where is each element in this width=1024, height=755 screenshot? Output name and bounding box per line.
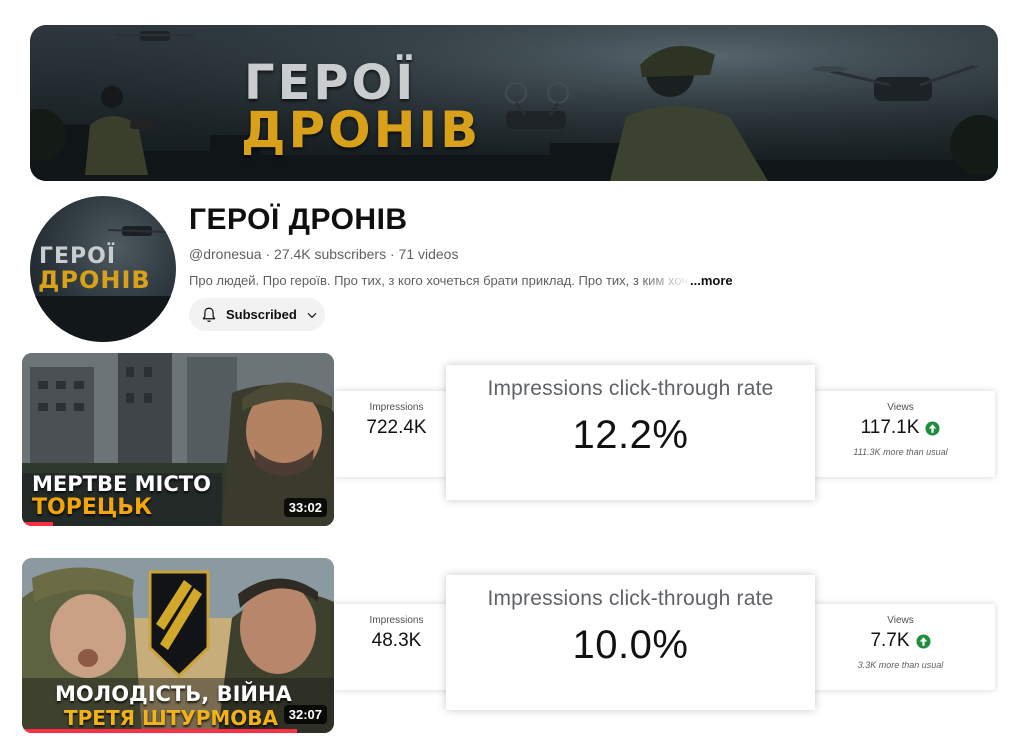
more-link[interactable]: ...more <box>690 273 733 288</box>
thumbnail-title-line1: МОЛОДІСТЬ, ВІЙНА <box>55 682 292 706</box>
views-number: 7.7K <box>870 630 910 651</box>
views-label: Views <box>887 615 914 626</box>
video-thumbnail[interactable]: МЕРТВЕ МІСТО ТОРЕЦЬК 33:02 <box>22 353 334 526</box>
channel-name: ГЕРОЇ ДРОНІВ <box>189 203 408 236</box>
impressions-number: 722.4K <box>366 417 427 438</box>
views-value: 7.7K <box>870 630 931 652</box>
video-thumbnail[interactable]: МОЛОДІСТЬ, ВІЙНА ТРЕТЯ ШТУРМОВА 32:07 <box>22 558 334 733</box>
channel-avatar[interactable]: ГЕРОЇ ДРОНІВ <box>30 196 176 342</box>
ctr-value: 12.2% <box>572 413 689 457</box>
subscribed-label: Subscribed <box>226 307 297 322</box>
views-card: Views 117.1K 111.3K more than usual <box>806 391 995 477</box>
video-duration: 33:02 <box>283 498 327 517</box>
views-card: Views 7.7K 3.3K more than usual <box>806 604 995 690</box>
views-comparison: 111.3K more than usual <box>853 447 948 457</box>
arrow-up-circle-icon <box>916 633 931 649</box>
thumbnail-title-line2: ТОРЕЦЬК <box>32 495 153 520</box>
arrow-up-circle-icon <box>925 420 940 436</box>
subscribed-button[interactable]: Subscribed <box>189 298 325 331</box>
avatar-text-line2: ДРОНІВ <box>38 266 151 294</box>
watch-progress-bar <box>22 729 297 733</box>
description-fade <box>640 270 692 292</box>
views-value: 117.1K <box>861 417 941 439</box>
impressions-label: Impressions <box>369 615 424 626</box>
impressions-label: Impressions <box>369 402 424 413</box>
chevron-down-icon <box>307 312 317 318</box>
channel-description: Про людей. Про героїв. Про тих, з кого х… <box>189 273 689 288</box>
watch-progress-bar <box>22 522 54 526</box>
ctr-card: Impressions click-through rate 12.2% <box>446 365 815 500</box>
impressions-card: Impressions 48.3K <box>334 604 459 690</box>
channel-meta: @dronesua · 27.4K subscribers · 71 video… <box>189 246 459 262</box>
impressions-value: 48.3K <box>372 630 422 652</box>
thumbnail-title-line1: МЕРТВЕ МІСТО <box>32 472 211 496</box>
views-label: Views <box>887 402 914 413</box>
banner-title-line2: ДРОНІВ <box>241 101 482 159</box>
ctr-label: Impressions click-through rate <box>487 587 774 610</box>
impressions-card: Impressions 722.4K <box>334 391 459 477</box>
ctr-value: 10.0% <box>572 623 689 667</box>
bell-icon <box>202 307 216 322</box>
impressions-value: 722.4K <box>366 417 426 439</box>
video-duration: 32:07 <box>283 705 327 724</box>
ctr-card: Impressions click-through rate 10.0% <box>446 575 815 710</box>
views-number: 117.1K <box>860 417 920 438</box>
views-comparison: 3.3K more than usual <box>857 660 944 670</box>
thumbnail-title-line2: ТРЕТЯ ШТУРМОВА <box>64 706 279 730</box>
banner-artwork <box>30 25 998 181</box>
ctr-label: Impressions click-through rate <box>487 377 774 400</box>
impressions-number: 48.3K <box>371 630 422 651</box>
channel-banner: ГЕРОЇ ДРОНІВ <box>30 25 998 181</box>
